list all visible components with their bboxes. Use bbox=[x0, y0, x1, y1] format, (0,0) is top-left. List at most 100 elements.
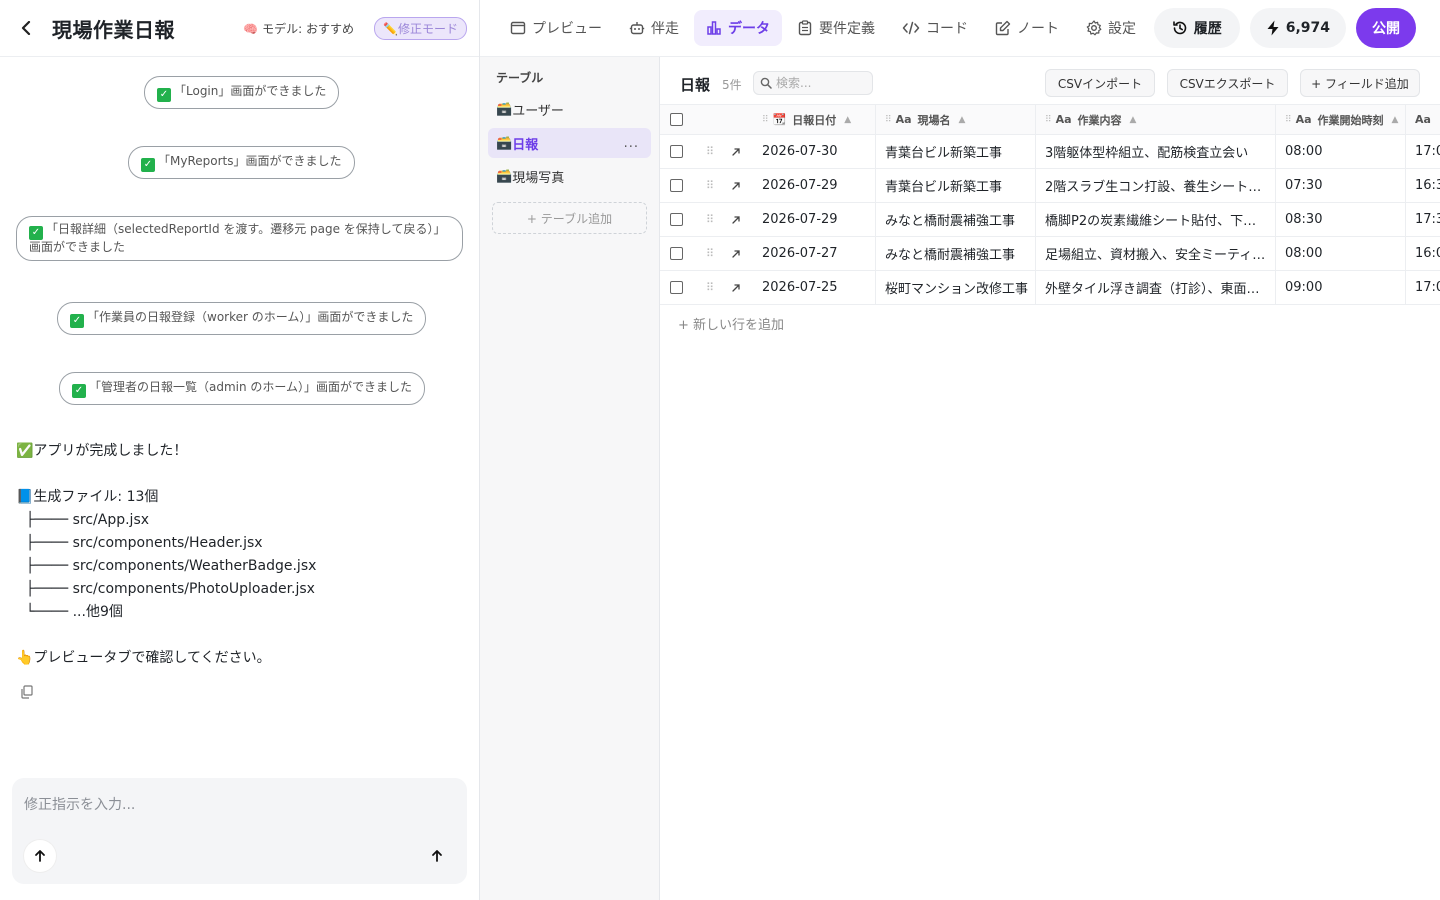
search-input[interactable] bbox=[776, 76, 866, 90]
completion-text: ✅アプリが完成しました！ bbox=[16, 443, 188, 459]
cell-end-time[interactable]: 17:0 bbox=[1406, 135, 1440, 168]
table-row[interactable]: ⠿ 2026-07-29 みなと橋耐震補強工事 橋脚P2の炭素繊維シート貼付、下… bbox=[660, 203, 1440, 237]
cell-start-time[interactable]: 07:30 bbox=[1276, 169, 1406, 202]
drag-handle-icon[interactable]: ⠿ bbox=[706, 281, 714, 294]
add-table-button[interactable]: + テーブル追加 bbox=[492, 202, 647, 234]
column-header[interactable]: ⠿ Aa 作業内容 ▲ bbox=[1036, 105, 1276, 134]
window-icon bbox=[510, 21, 526, 35]
row-checkbox[interactable] bbox=[670, 281, 683, 294]
cell-start-time[interactable]: 08:30 bbox=[1276, 203, 1406, 236]
expand-icon bbox=[732, 181, 740, 190]
drag-handle-icon[interactable]: ⠿ bbox=[706, 179, 714, 192]
expand-row-button[interactable] bbox=[731, 215, 741, 225]
send-button[interactable] bbox=[421, 840, 453, 872]
csv-import-button[interactable]: CSVインポート bbox=[1045, 69, 1155, 97]
select-all-checkbox[interactable] bbox=[670, 113, 683, 126]
expand-icon bbox=[732, 283, 740, 292]
expand-row-button[interactable] bbox=[731, 283, 741, 293]
cell-date[interactable]: 2026-07-29 bbox=[762, 169, 876, 202]
back-button[interactable] bbox=[16, 18, 36, 38]
expand-row-button[interactable] bbox=[731, 181, 741, 191]
table-row[interactable]: ⠿ 2026-07-27 みなと橋耐震補強工事 足場組立、資材搬入、安全ミーティ… bbox=[660, 237, 1440, 271]
column-header[interactable]: ⠿ 📆 日報日付 ▲ bbox=[762, 105, 876, 134]
cell-work[interactable]: 橋脚P2の炭素繊維シート貼付、下… bbox=[1036, 203, 1276, 236]
table-item-users[interactable]: 🗃️ ユーザー bbox=[488, 94, 651, 124]
status-pill: ✓ 「作業員の日報登録（worker のホーム）」画面ができました bbox=[57, 302, 427, 335]
table-row[interactable]: ⠿ 2026-07-30 青葉台ビル新築工事 3階躯体型枠組立、配筋検査立会い … bbox=[660, 135, 1440, 169]
column-header[interactable]: ⠿ Aa 作業開始時刻 ▲ bbox=[1276, 105, 1406, 134]
row-checkbox[interactable] bbox=[670, 213, 683, 226]
cell-start-time[interactable]: 08:00 bbox=[1276, 135, 1406, 168]
expand-row-button[interactable] bbox=[731, 249, 741, 259]
csv-export-button[interactable]: CSVエクスポート bbox=[1167, 69, 1288, 97]
tab-settings[interactable]: 設定 bbox=[1074, 10, 1148, 46]
tab-preview[interactable]: プレビュー bbox=[498, 10, 614, 46]
tab-requirements[interactable]: 要件定義 bbox=[785, 10, 887, 46]
cell-end-time[interactable]: 16:3 bbox=[1406, 169, 1440, 202]
sort-icon[interactable]: ▲ bbox=[844, 115, 851, 125]
cell-start-time[interactable]: 08:00 bbox=[1276, 237, 1406, 270]
row-select-cell bbox=[660, 271, 700, 304]
cell-work[interactable]: 足場組立、資材搬入、安全ミーティ… bbox=[1036, 237, 1276, 270]
upload-button[interactable] bbox=[24, 840, 56, 872]
hint-text: 👆プレビュータブで確認してください。 bbox=[16, 650, 271, 666]
credits-button[interactable]: 6,974 bbox=[1249, 8, 1346, 48]
cell-site[interactable]: みなと橋耐震補強工事 bbox=[876, 203, 1036, 236]
cell-work[interactable]: 外壁タイル浮き調査（打診）、東面… bbox=[1036, 271, 1276, 304]
cell-site[interactable]: 青葉台ビル新築工事 bbox=[876, 169, 1036, 202]
cell-start-time[interactable]: 09:00 bbox=[1276, 271, 1406, 304]
row-select-cell bbox=[660, 237, 700, 270]
cell-site[interactable]: 桜町マンション改修工事 bbox=[876, 271, 1036, 304]
add-row-button[interactable]: + 新しい行を追加 bbox=[678, 314, 784, 333]
add-field-button[interactable]: + フィールド追加 bbox=[1300, 69, 1420, 97]
row-actions: ⠿ bbox=[700, 169, 762, 202]
tab-notes[interactable]: ノート bbox=[983, 10, 1071, 46]
history-button[interactable]: 履歴 bbox=[1153, 8, 1240, 48]
table-row[interactable]: ⠿ 2026-07-29 青葉台ビル新築工事 2階スラブ生コン打設、養生シート…… bbox=[660, 169, 1440, 203]
cell-end-time[interactable]: 17:0 bbox=[1406, 271, 1440, 304]
tab-code[interactable]: コード bbox=[890, 10, 980, 46]
app-title: 現場作業日報 bbox=[52, 17, 175, 42]
expand-icon bbox=[732, 249, 740, 258]
table-header-row: ⠿ 📆 日報日付 ▲ ⠿ Aa 現場名 ▲ ⠿ Aa 作業内容 ▲ ⠿ Aa 作業開始時刻 ▲ Aa bbox=[660, 105, 1440, 135]
row-checkbox[interactable] bbox=[670, 179, 683, 192]
cell-work[interactable]: 3階躯体型枠組立、配筋検査立会い bbox=[1036, 135, 1276, 168]
cell-end-time[interactable]: 16:0 bbox=[1406, 237, 1440, 270]
cell-site[interactable]: みなと橋耐震補強工事 bbox=[876, 237, 1036, 270]
cell-date[interactable]: 2026-07-30 bbox=[762, 135, 876, 168]
cell-date[interactable]: 2026-07-25 bbox=[762, 271, 876, 304]
check-icon: ✓ bbox=[29, 226, 43, 240]
sort-icon[interactable]: ▲ bbox=[1130, 115, 1137, 125]
arrow-up-icon bbox=[432, 850, 442, 862]
search-box bbox=[753, 71, 873, 95]
table-row[interactable]: ⠿ 2026-07-25 桜町マンション改修工事 外壁タイル浮き調査（打診）、東… bbox=[660, 271, 1440, 305]
copy-button[interactable] bbox=[20, 684, 36, 700]
publish-button[interactable]: 公開 bbox=[1356, 8, 1416, 48]
cell-date[interactable]: 2026-07-29 bbox=[762, 203, 876, 236]
tab-companion[interactable]: 伴走 bbox=[617, 10, 691, 46]
tab-data[interactable]: データ bbox=[694, 10, 782, 46]
drag-handle-icon[interactable]: ⠿ bbox=[706, 145, 714, 158]
table-more-button[interactable]: ... bbox=[624, 136, 639, 151]
sort-icon[interactable]: ▲ bbox=[1392, 115, 1399, 125]
cell-date[interactable]: 2026-07-27 bbox=[762, 237, 876, 270]
row-checkbox[interactable] bbox=[670, 247, 683, 260]
fix-mode-badge[interactable]: ✏️修正モード bbox=[374, 16, 467, 40]
column-header[interactable]: ⠿ Aa 現場名 ▲ bbox=[876, 105, 1036, 134]
model-selector[interactable]: 🧠 モデル: おすすめ bbox=[243, 20, 354, 37]
table-item-photos[interactable]: 🗃️ 現場写真 bbox=[488, 161, 651, 191]
drag-handle-icon[interactable]: ⠿ bbox=[706, 247, 714, 260]
row-actions: ⠿ bbox=[700, 135, 762, 168]
column-header[interactable]: Aa bbox=[1406, 105, 1440, 134]
cell-work[interactable]: 2階スラブ生コン打設、養生シート… bbox=[1036, 169, 1276, 202]
row-checkbox[interactable] bbox=[670, 145, 683, 158]
row-select-cell bbox=[660, 203, 700, 236]
expand-row-button[interactable] bbox=[731, 147, 741, 157]
cell-site[interactable]: 青葉台ビル新築工事 bbox=[876, 135, 1036, 168]
table-item-reports[interactable]: 🗃️ 日報 ... bbox=[488, 128, 651, 158]
sort-icon[interactable]: ▲ bbox=[959, 115, 966, 125]
cell-end-time[interactable]: 17:3 bbox=[1406, 203, 1440, 236]
data-view: 日報 5件 CSVインポート CSVエクスポート + フィールド追加 ⠿📆日報日… bbox=[660, 57, 1440, 900]
drag-handle-icon[interactable]: ⠿ bbox=[706, 213, 714, 226]
instruction-input[interactable] bbox=[24, 790, 454, 820]
